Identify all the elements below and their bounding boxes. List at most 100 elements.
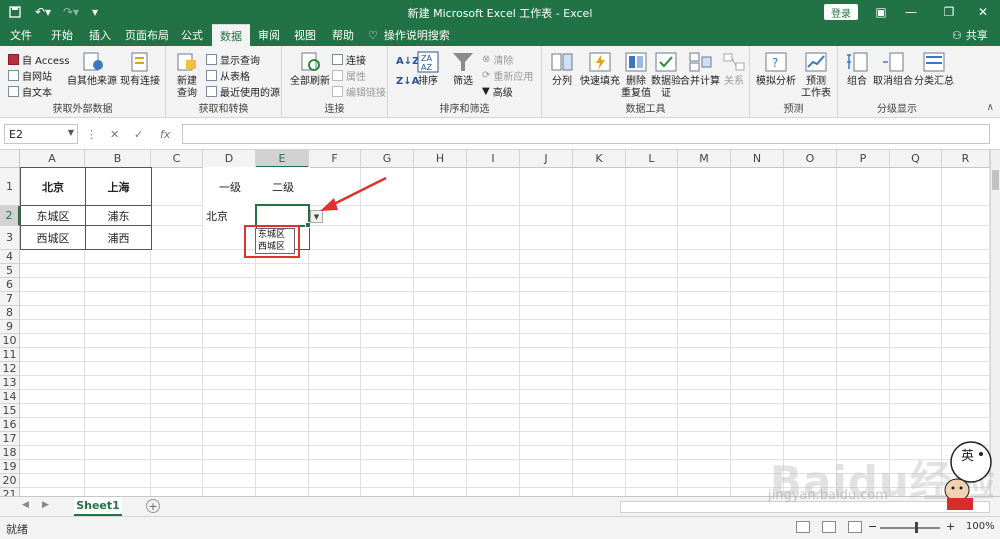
column-header-d[interactable]: D [203, 150, 256, 168]
tab-review[interactable]: 审阅 [252, 24, 286, 46]
reapply-button[interactable]: ⟳ 重新应用 [482, 68, 533, 83]
sort-button[interactable]: ZA AZ 排序 [414, 50, 442, 88]
edit-links-button[interactable]: 编辑链接 [332, 84, 386, 99]
row-header-1[interactable]: 1 [0, 168, 20, 206]
refresh-all-button[interactable]: 全部刷新 [286, 50, 334, 88]
column-header-a[interactable]: A [20, 150, 85, 168]
advanced-filter-button[interactable]: ▼ 高级 [482, 84, 513, 99]
from-table-button[interactable]: 从表格 [206, 68, 250, 83]
tab-formulas[interactable]: 公式 [174, 24, 210, 46]
properties-button[interactable]: 属性 [332, 68, 366, 83]
row-header-20[interactable]: 20 [0, 474, 20, 488]
ribbon-display-icon[interactable]: ▣ [866, 2, 896, 22]
data-validation-button[interactable]: 数据验 证 [650, 50, 682, 100]
flash-fill-button[interactable]: 快速填充 [578, 50, 622, 88]
cancel-entry-icon[interactable]: ✕ [110, 124, 119, 144]
row-header-6[interactable]: 6 [0, 278, 20, 292]
name-box-dropdown-icon[interactable]: ▼ [68, 128, 74, 137]
row-header-19[interactable]: 19 [0, 460, 20, 474]
add-sheet-icon[interactable]: + [146, 499, 160, 513]
page-break-view-icon[interactable] [848, 521, 862, 533]
cell-a3[interactable]: 西城区 [20, 225, 86, 250]
row-header-4[interactable]: 4 [0, 250, 20, 264]
row-header-15[interactable]: 15 [0, 404, 20, 418]
cell-e1[interactable]: 二级 [256, 167, 310, 206]
from-access-button[interactable]: 自 Access [8, 52, 69, 67]
from-web-button[interactable]: 自网站 [8, 68, 52, 83]
select-all-corner[interactable] [0, 150, 20, 168]
column-header-h[interactable]: H [414, 150, 467, 168]
vertical-scroll-thumb[interactable] [992, 170, 999, 190]
zoom-in-icon[interactable]: + [946, 520, 955, 533]
zoom-slider-thumb[interactable] [915, 522, 918, 533]
column-header-o[interactable]: O [784, 150, 837, 168]
column-header-m[interactable]: M [678, 150, 731, 168]
zoom-level[interactable]: 100% [966, 521, 995, 532]
sheet-tab-sheet1[interactable]: Sheet1 [74, 497, 122, 516]
tab-help[interactable]: 帮助 [326, 24, 360, 46]
column-header-i[interactable]: I [467, 150, 520, 168]
column-header-f[interactable]: F [309, 150, 361, 168]
cell-b2[interactable]: 浦东 [85, 205, 152, 226]
tab-insert[interactable]: 插入 [82, 24, 118, 46]
clear-filter-button[interactable]: ⊗ 清除 [482, 52, 513, 67]
column-header-e[interactable]: E [256, 150, 309, 168]
row-header-18[interactable]: 18 [0, 446, 20, 460]
next-sheet-icon[interactable]: ▶ [42, 500, 49, 510]
tab-page-layout[interactable]: 页面布局 [122, 24, 172, 46]
connections-button[interactable]: 连接 [332, 52, 366, 67]
row-header-16[interactable]: 16 [0, 418, 20, 432]
cell-d2[interactable]: 北京 [203, 205, 257, 226]
minimize-icon[interactable]: — [896, 2, 926, 22]
login-button[interactable]: 登录 [824, 4, 858, 20]
row-header-10[interactable]: 10 [0, 334, 20, 348]
row-header-9[interactable]: 9 [0, 320, 20, 334]
column-header-j[interactable]: J [520, 150, 573, 168]
row-header-12[interactable]: 12 [0, 362, 20, 376]
column-header-c[interactable]: C [151, 150, 203, 168]
tab-data[interactable]: 数据 [212, 24, 250, 46]
group-button[interactable]: 组合 [842, 50, 872, 88]
column-header-r[interactable]: R [942, 150, 990, 168]
text-to-columns-button[interactable]: 分列 [546, 50, 578, 88]
relationships-button[interactable]: 关系 [720, 50, 748, 88]
row-header-13[interactable]: 13 [0, 376, 20, 390]
forecast-sheet-button[interactable]: 预测 工作表 [798, 50, 834, 100]
row-header-14[interactable]: 14 [0, 390, 20, 404]
row-header-17[interactable]: 17 [0, 432, 20, 446]
row-header-5[interactable]: 5 [0, 264, 20, 278]
what-if-analysis-button[interactable]: ? 模拟分析 [756, 50, 796, 88]
show-queries-button[interactable]: 显示查询 [206, 52, 260, 67]
close-icon[interactable]: ✕ [968, 2, 998, 22]
from-other-sources-button[interactable]: 自其他来源 [64, 50, 120, 88]
active-cell-e2[interactable] [255, 204, 310, 227]
cell-a1[interactable]: 北京 [20, 167, 86, 206]
remove-duplicates-button[interactable]: 删除 重复值 [620, 50, 652, 100]
row-header-8[interactable]: 8 [0, 306, 20, 320]
row-header-21[interactable]: 21 [0, 488, 20, 496]
cell-b3[interactable]: 浦西 [85, 225, 152, 250]
from-text-button[interactable]: 自文本 [8, 84, 52, 99]
subtotal-button[interactable]: 分类汇总 [914, 50, 954, 88]
recent-sources-button[interactable]: 最近使用的源 [206, 84, 280, 99]
column-header-g[interactable]: G [361, 150, 414, 168]
name-box[interactable]: E2 ▼ [4, 124, 78, 144]
worksheet-grid[interactable]: A B C D E F G H I J K L M N O P Q R 1 2 3 4 5 6 7 8 9 10 11 12 13 14 15 1… [0, 150, 990, 496]
tell-me-search[interactable]: ♡ 操作说明搜索 [368, 24, 450, 46]
row-header-3[interactable]: 3 [0, 226, 20, 250]
row-header-7[interactable]: 7 [0, 292, 20, 306]
row-header-11[interactable]: 11 [0, 348, 20, 362]
cell-b1[interactable]: 上海 [85, 167, 152, 206]
existing-connections-button[interactable]: 现有连接 [118, 50, 162, 88]
insert-function-icon[interactable]: fx [160, 124, 170, 144]
normal-view-icon[interactable] [796, 521, 810, 533]
column-header-q[interactable]: Q [890, 150, 942, 168]
formula-input[interactable] [182, 124, 990, 144]
share-button[interactable]: ⚇ 共享 [952, 24, 988, 46]
page-layout-view-icon[interactable] [822, 521, 836, 533]
cell-d1[interactable]: 一级 [203, 167, 257, 206]
cell-a2[interactable]: 东城区 [20, 205, 86, 226]
column-header-k[interactable]: K [573, 150, 626, 168]
validation-dropdown-button[interactable]: ▼ [310, 210, 323, 223]
ungroup-button[interactable]: 取消组合 [872, 50, 914, 88]
